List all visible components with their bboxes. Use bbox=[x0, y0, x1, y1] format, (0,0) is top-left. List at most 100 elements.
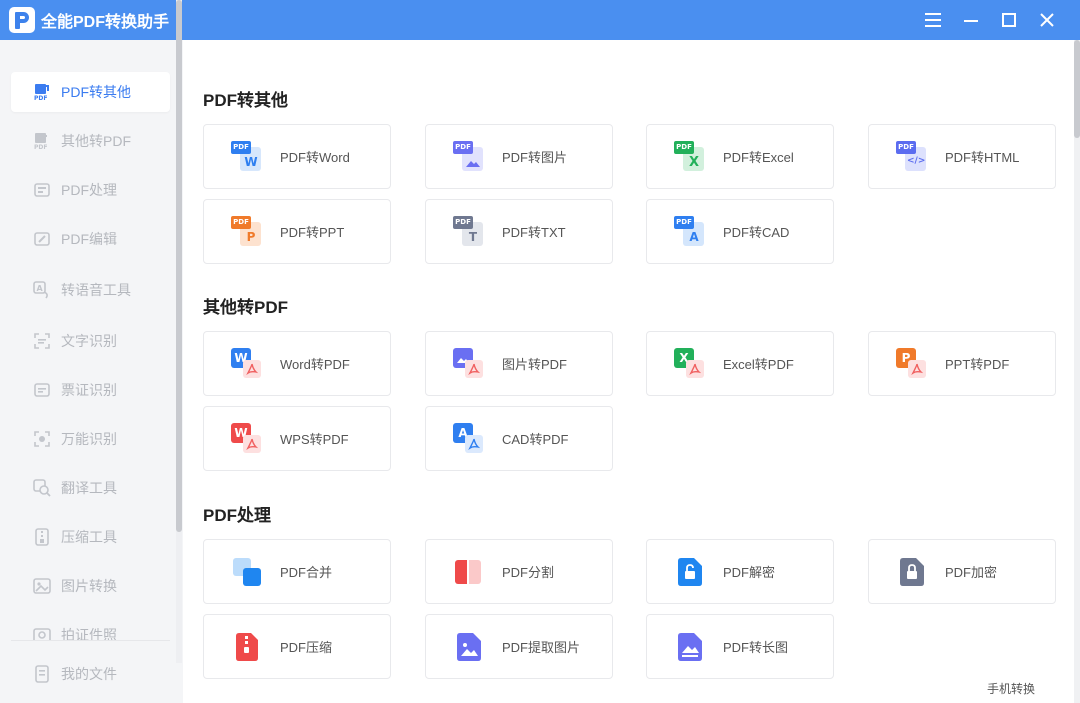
card-label: Word转PDF bbox=[280, 357, 350, 372]
pdf-lock-icon bbox=[896, 556, 928, 588]
sidebar-item-my-files[interactable]: 我的文件 bbox=[11, 654, 170, 694]
card-label: PDF转PPT bbox=[280, 225, 345, 240]
pdf-to-txt-icon: PDF T bbox=[453, 215, 485, 248]
card-pdf-unlock[interactable]: PDF解密 bbox=[646, 539, 834, 604]
sidebar-item-other-to-pdf[interactable]: PDF 其他转PDF bbox=[11, 121, 170, 161]
universal-ocr-icon bbox=[33, 430, 51, 448]
card-word-to-pdf[interactable]: W Word转PDF bbox=[203, 331, 391, 396]
section-title-pdf-process: PDF处理 bbox=[203, 506, 271, 525]
card-pdf-to-ppt[interactable]: PDF P PDF转PPT bbox=[203, 199, 391, 264]
card-pdf-to-cad[interactable]: PDF A PDF转CAD bbox=[646, 199, 834, 264]
card-pdf-to-long-image[interactable]: PDF转长图 bbox=[646, 614, 834, 679]
card-label: WPS转PDF bbox=[280, 432, 349, 447]
card-label: PDF解密 bbox=[723, 565, 776, 580]
card-label: PDF提取图片 bbox=[502, 640, 581, 655]
sidebar-item-label: PDF转其他 bbox=[61, 84, 131, 100]
pdf-to-ppt-icon: PDF P bbox=[231, 215, 263, 248]
pdf-export-icon: PDF bbox=[33, 83, 51, 102]
card-excel-to-pdf[interactable]: X Excel转PDF bbox=[646, 331, 834, 396]
file-icon bbox=[33, 665, 51, 683]
sidebar-item-label: 文字识别 bbox=[61, 333, 117, 349]
id-photo-icon bbox=[33, 626, 51, 640]
menu-icon[interactable] bbox=[914, 0, 952, 40]
card-pdf-merge[interactable]: PDF合并 bbox=[203, 539, 391, 604]
sidebar-nav: PDF PDF转其他 PDF 其他转PDF PDF处理 PDF编辑 A 转语音工… bbox=[0, 70, 176, 640]
sidebar-item-label: 票证识别 bbox=[61, 382, 117, 398]
sidebar-item-image-convert[interactable]: 图片转换 bbox=[11, 566, 170, 606]
card-wps-to-pdf[interactable]: W WPS转PDF bbox=[203, 406, 391, 471]
pdf-import-icon: PDF bbox=[33, 132, 51, 151]
card-pdf-to-excel[interactable]: PDF X PDF转Excel bbox=[646, 124, 834, 189]
main-scrollbar-thumb[interactable] bbox=[1074, 40, 1080, 138]
text-to-speech-icon: A bbox=[33, 281, 51, 299]
card-pdf-extract-image[interactable]: PDF提取图片 bbox=[425, 614, 613, 679]
app-title: 全能PDF转换助手 bbox=[41, 14, 170, 31]
card-image-to-pdf[interactable]: 图片转PDF bbox=[425, 331, 613, 396]
title-bar: 全能PDF转换助手 bbox=[0, 0, 1080, 40]
svg-text:A: A bbox=[37, 284, 44, 293]
svg-text:PDF: PDF bbox=[34, 144, 47, 150]
card-label: 图片转PDF bbox=[502, 357, 568, 372]
card-ppt-to-pdf[interactable]: P PPT转PDF bbox=[868, 331, 1056, 396]
ocr-icon bbox=[33, 332, 51, 350]
card-pdf-split[interactable]: PDF分割 bbox=[425, 539, 613, 604]
maximize-icon[interactable] bbox=[990, 0, 1028, 40]
sidebar-item-universal-ocr[interactable]: 万能识别 bbox=[11, 419, 170, 459]
minimize-icon[interactable] bbox=[952, 0, 990, 40]
word-to-pdf-icon: W bbox=[231, 347, 263, 380]
sidebar-item-ocr[interactable]: 文字识别 bbox=[11, 321, 170, 361]
main-scrollbar-track[interactable] bbox=[1074, 40, 1080, 703]
sidebar-item-id-photo[interactable]: 拍证件照 bbox=[11, 615, 170, 640]
card-label: PDF转TXT bbox=[502, 225, 566, 240]
sidebar-item-pdf-edit[interactable]: PDF编辑 bbox=[11, 219, 170, 259]
card-cad-to-pdf[interactable]: A CAD转PDF bbox=[425, 406, 613, 471]
sidebar-divider bbox=[11, 640, 170, 641]
main-content: PDF转其他 PDF W PDF转Word PDF PDF转图片 PDF X P… bbox=[183, 40, 1074, 703]
card-label: PDF转图片 bbox=[502, 150, 568, 165]
card-pdf-to-txt[interactable]: PDF T PDF转TXT bbox=[425, 199, 613, 264]
pdf-extract-image-icon bbox=[453, 631, 485, 663]
sidebar-item-label: 图片转换 bbox=[61, 578, 117, 594]
cad-to-pdf-icon: A bbox=[453, 422, 485, 455]
sidebar-item-pdf-to-other[interactable]: PDF PDF转其他 bbox=[11, 72, 170, 112]
sidebar-item-text-to-speech[interactable]: A 转语音工具 bbox=[11, 270, 170, 310]
card-label: PPT转PDF bbox=[945, 357, 1010, 372]
card-pdf-to-word[interactable]: PDF W PDF转Word bbox=[203, 124, 391, 189]
sidebar-item-label: 拍证件照 bbox=[61, 627, 117, 640]
close-icon[interactable] bbox=[1028, 0, 1066, 40]
sidebar-item-label: 万能识别 bbox=[61, 431, 117, 447]
sidebar-item-translate[interactable]: 翻译工具 bbox=[11, 468, 170, 508]
card-pdf-lock[interactable]: PDF加密 bbox=[868, 539, 1056, 604]
pdf-process-icon bbox=[33, 181, 51, 199]
sidebar-item-label: 翻译工具 bbox=[61, 480, 117, 496]
sidebar: PDF PDF转其他 PDF 其他转PDF PDF处理 PDF编辑 A 转语音工… bbox=[0, 40, 182, 703]
card-label: PDF转长图 bbox=[723, 640, 789, 655]
card-label: Excel转PDF bbox=[723, 357, 794, 372]
card-pdf-to-image[interactable]: PDF PDF转图片 bbox=[425, 124, 613, 189]
app-logo-icon bbox=[9, 7, 35, 33]
card-pdf-compress[interactable]: PDF压缩 bbox=[203, 614, 391, 679]
svg-text:PDF: PDF bbox=[34, 95, 47, 101]
pdf-compress-icon bbox=[231, 631, 263, 663]
sidebar-item-label: PDF编辑 bbox=[61, 231, 117, 247]
pdf-split-icon bbox=[453, 556, 485, 588]
ticket-ocr-icon bbox=[33, 381, 51, 399]
image-to-pdf-icon bbox=[453, 347, 485, 380]
card-pdf-to-html[interactable]: PDF </> PDF转HTML bbox=[868, 124, 1056, 189]
sidebar-item-label: 其他转PDF bbox=[61, 133, 131, 149]
pdf-edit-icon bbox=[33, 230, 51, 248]
compress-icon bbox=[33, 528, 51, 546]
sidebar-item-compress[interactable]: 压缩工具 bbox=[11, 517, 170, 557]
sidebar-item-pdf-process[interactable]: PDF处理 bbox=[11, 170, 170, 210]
pdf-unlock-icon bbox=[674, 556, 706, 588]
card-label: PDF转Excel bbox=[723, 150, 794, 165]
excel-to-pdf-icon: X bbox=[674, 347, 706, 380]
mobile-convert-link[interactable]: 手机转换 bbox=[987, 680, 1035, 697]
section-title-other-to-pdf: 其他转PDF bbox=[203, 298, 288, 317]
card-label: CAD转PDF bbox=[502, 432, 569, 447]
pdf-merge-icon bbox=[231, 556, 263, 588]
sidebar-item-ticket-ocr[interactable]: 票证识别 bbox=[11, 370, 170, 410]
sidebar-scrollbar-thumb[interactable] bbox=[176, 0, 182, 532]
pdf-to-image-icon: PDF bbox=[453, 140, 485, 173]
card-label: PDF分割 bbox=[502, 565, 555, 580]
